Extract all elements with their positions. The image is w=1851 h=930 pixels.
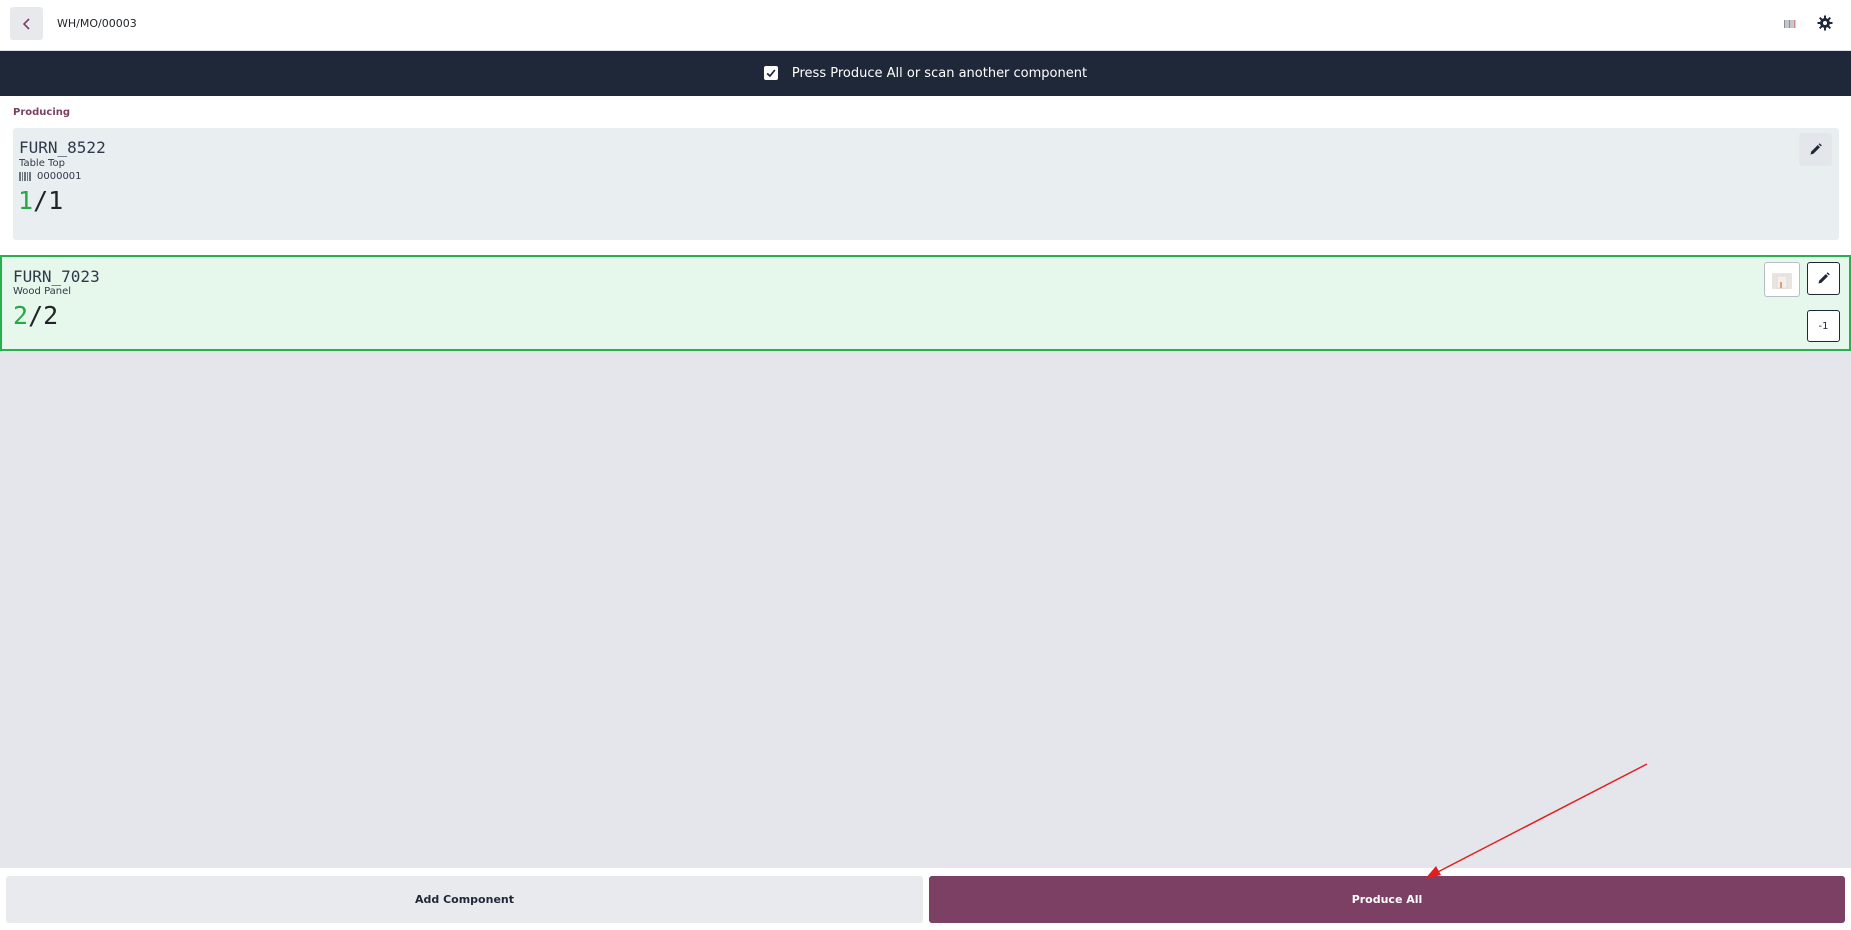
produce-all-button[interactable]: Produce All <box>929 876 1845 923</box>
gear-icon <box>1817 15 1833 31</box>
top-bar: WH/MO/00003 <box>0 0 1851 51</box>
producing-label: Producing <box>13 107 71 118</box>
quantity-done: 2 <box>13 301 29 330</box>
producing-section: Producing FURN_8522 Table Top 0000001 1/… <box>0 96 1851 255</box>
add-component-button[interactable]: Add Component <box>6 876 923 923</box>
product-name: Table Top <box>19 158 65 169</box>
pencil-icon <box>1818 272 1830 284</box>
product-image-icon <box>1772 272 1792 289</box>
pencil-icon <box>1810 143 1822 155</box>
chevron-left-icon <box>22 17 30 30</box>
decrement-button[interactable]: -1 <box>1807 310 1840 342</box>
edit-button[interactable] <box>1799 133 1832 166</box>
lot-value: 0000001 <box>37 171 82 182</box>
product-code: FURN_8522 <box>19 138 106 157</box>
main-area: Producing FURN_8522 Table Top 0000001 1/… <box>0 96 1851 868</box>
footer-bar: Add Component Produce All <box>0 868 1851 930</box>
quantity: 1/1 <box>18 186 63 215</box>
quantity-total: /1 <box>33 186 64 215</box>
quantity-total: /2 <box>28 301 59 330</box>
producing-card[interactable]: FURN_8522 Table Top 0000001 1/1 <box>13 128 1839 240</box>
banner-message: Press Produce All or scan another compon… <box>791 66 1088 81</box>
page-title: WH/MO/00003 <box>57 17 137 30</box>
product-image-button[interactable] <box>1764 262 1800 297</box>
component-quantity: 2/2 <box>13 301 58 330</box>
barcode-icon <box>1784 20 1796 28</box>
status-banner: Press Produce All or scan another compon… <box>0 51 1851 96</box>
component-card[interactable]: FURN_7023 Wood Panel 2/2 -1 <box>0 255 1851 351</box>
lot-number: 0000001 <box>19 171 82 182</box>
settings-button[interactable] <box>1817 15 1833 31</box>
barcode-button[interactable] <box>1783 16 1797 30</box>
back-button[interactable] <box>10 7 43 40</box>
edit-button[interactable] <box>1807 262 1840 295</box>
barcode-icon <box>19 172 31 181</box>
component-code: FURN_7023 <box>13 267 100 286</box>
component-name: Wood Panel <box>13 286 72 297</box>
checkbox-checked-icon <box>763 65 778 80</box>
quantity-done: 1 <box>18 186 34 215</box>
